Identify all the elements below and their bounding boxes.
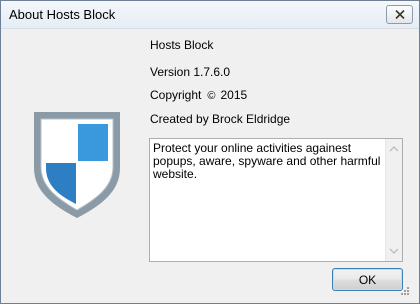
copyright-line: Copyright © 2015: [150, 88, 247, 102]
app-name: Hosts Block: [150, 38, 214, 52]
app-version: Version 1.7.6.0: [150, 65, 231, 79]
window-title: About Hosts Block: [9, 7, 116, 22]
copyright-year: 2015: [220, 88, 248, 102]
description-text: Protect your online activities againest …: [153, 141, 381, 181]
description-textbox[interactable]: Protect your online activities againest …: [149, 138, 403, 262]
scroll-up-icon[interactable]: [389, 144, 399, 154]
resize-grip-icon[interactable]: [400, 286, 410, 296]
close-icon: [394, 10, 405, 19]
copyright-label: Copyright: [150, 88, 202, 102]
shield-icon: [34, 112, 120, 218]
description-scrollbar[interactable]: [385, 139, 402, 261]
about-dialog: About Hosts Block Hosts Block Version 1.…: [0, 0, 420, 304]
close-button[interactable]: [386, 5, 413, 24]
title-bar[interactable]: About Hosts Block: [1, 1, 419, 29]
scroll-down-icon[interactable]: [389, 246, 399, 256]
ok-button[interactable]: OK: [332, 268, 403, 291]
author-line: Created by Brock Eldridge: [150, 112, 291, 126]
copyright-symbol: ©: [207, 90, 216, 102]
dialog-content: Hosts Block Version 1.7.6.0 Copyright © 20…: [9, 30, 411, 297]
